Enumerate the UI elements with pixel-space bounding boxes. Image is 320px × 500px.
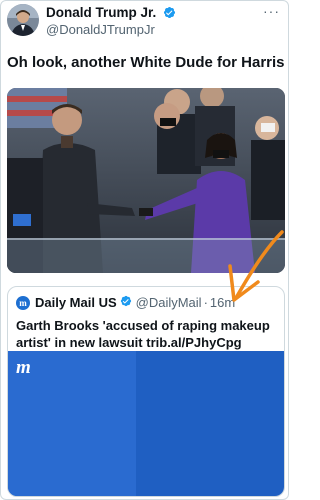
quoted-post-header: m Daily Mail US @DailyMail · 16m	[16, 295, 235, 310]
quoted-verified-badge-icon	[120, 295, 132, 310]
quoted-post[interactable]: m Daily Mail US @DailyMail · 16m Garth B…	[7, 286, 285, 497]
quoted-media[interactable]: m	[8, 351, 284, 496]
quoted-author-handle[interactable]: @DailyMail	[136, 295, 202, 310]
author-avatar[interactable]	[7, 4, 39, 36]
author-name-text[interactable]: Donald Trump Jr.	[46, 5, 156, 20]
dailymail-logo-icon: m	[16, 295, 30, 310]
author-handle[interactable]: @DonaldJTrumpJr	[46, 22, 155, 37]
quoted-timestamp[interactable]: 16m	[210, 295, 235, 310]
author-name[interactable]: Donald Trump Jr.	[46, 5, 176, 22]
quoted-post-text: Garth Brooks 'accused of raping makeup a…	[16, 317, 278, 351]
post-text: Oh look, another White Dude for Harris	[7, 54, 285, 71]
quoted-link[interactable]: trib.al/PJhyCpg	[146, 335, 241, 350]
more-options-icon[interactable]: ···	[263, 3, 280, 19]
quoted-author-name[interactable]: Daily Mail US	[35, 295, 117, 310]
dailymail-watermark: m	[16, 357, 31, 378]
post-photo[interactable]	[7, 88, 285, 273]
verified-badge-icon	[163, 6, 176, 22]
main-post: Donald Trump Jr. @DonaldJTrumpJr ··· Oh …	[0, 0, 289, 500]
quoted-separator: ·	[203, 295, 208, 310]
